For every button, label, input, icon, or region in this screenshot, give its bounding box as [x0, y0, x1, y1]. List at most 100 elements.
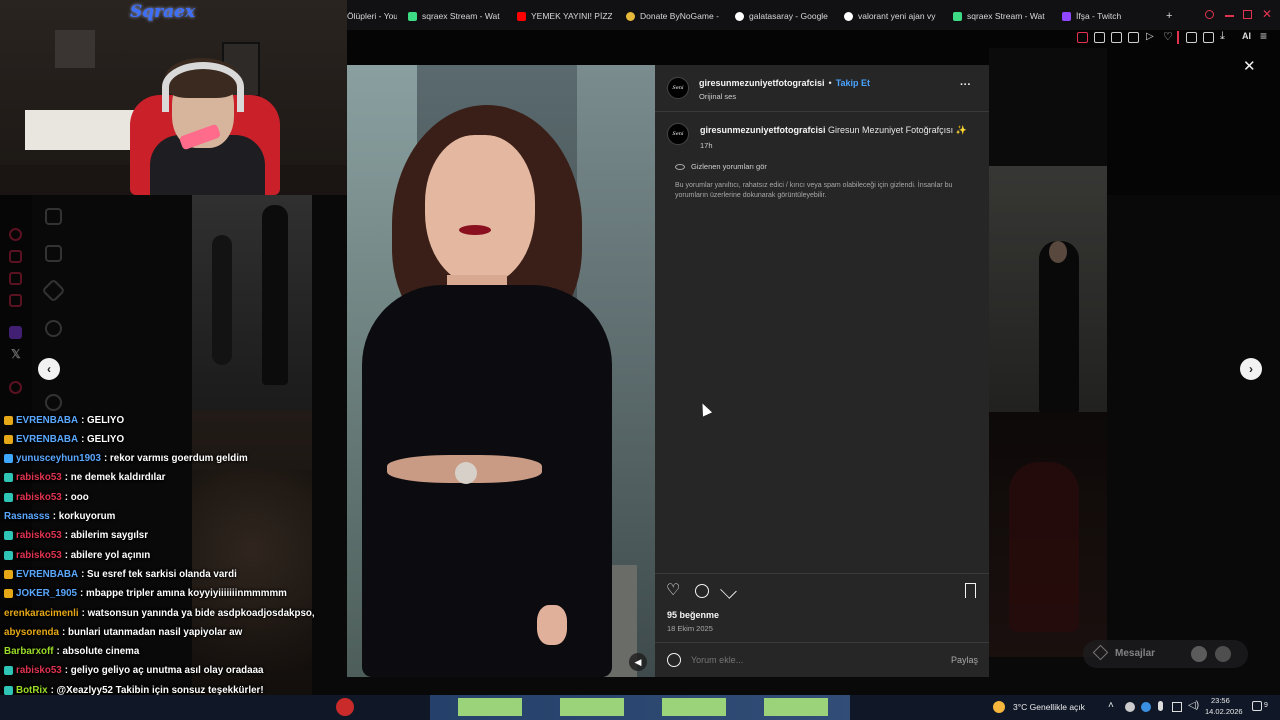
notification-icon[interactable] [1252, 701, 1262, 711]
share-icon[interactable] [720, 582, 737, 599]
chat-message: rabisko53: ooo [4, 489, 89, 505]
chat-message: rabisko53: abilerim saygılsr [4, 528, 148, 544]
close-modal-button[interactable]: ✕ [1243, 57, 1256, 75]
chat-username[interactable]: JOKER_1905 [16, 588, 77, 599]
tray-icon[interactable] [1125, 702, 1135, 712]
download-icon[interactable]: ⤓ [1220, 30, 1225, 43]
post-username[interactable]: giresunmezuniyetfotografcisi [699, 78, 825, 88]
taskbar-app-icon[interactable] [560, 698, 624, 716]
like-icon[interactable]: ♡ [666, 580, 680, 600]
chat-badge-icon [4, 454, 13, 464]
post-photo[interactable]: ◀ [347, 65, 655, 677]
wall-poster [55, 30, 95, 68]
divider [655, 573, 989, 574]
taskbar-app-icon[interactable] [764, 698, 828, 716]
previous-post-button[interactable]: ‹ [38, 358, 60, 380]
messages-bubble[interactable]: Mesajlar [1083, 640, 1248, 668]
new-tab-button[interactable]: + [1166, 8, 1176, 24]
tab-favicon [953, 11, 962, 21]
extensions-icon[interactable] [1186, 32, 1197, 43]
taskbar-app-icon[interactable] [662, 698, 726, 716]
browser-tab[interactable]: YEMEK YAYINI! PİZZ [517, 8, 612, 24]
hidden-comments-note: Bu yorumlar yanıltıcı, rahatsız edici / … [675, 182, 953, 199]
tray-icon[interactable] [1141, 702, 1151, 712]
pin-icon[interactable] [1077, 32, 1088, 43]
chat-message: rabisko53: abilere yol açının [4, 547, 150, 563]
audio-label[interactable]: Orijinal ses [699, 92, 736, 101]
weather-icon[interactable] [993, 701, 1005, 713]
share-comment-button[interactable]: Paylaş [951, 655, 978, 665]
chat-username[interactable]: Barbarxoff [4, 646, 54, 657]
chat-username[interactable]: abysorenda [4, 627, 59, 638]
maximize-icon[interactable] [1243, 10, 1252, 19]
volume-icon[interactable]: ◁) [1188, 700, 1199, 711]
chat-username[interactable]: rabisko53 [16, 530, 62, 541]
heart-icon[interactable]: ♡ [1163, 30, 1173, 43]
play-icon[interactable]: ▷ [1146, 31, 1154, 42]
taskbar-app-icon[interactable] [336, 698, 354, 716]
follow-button[interactable]: Takip Et [836, 78, 870, 88]
next-post-button[interactable]: › [1240, 358, 1262, 380]
browser-tab[interactable]: sqraex Stream - Wat [953, 8, 1048, 24]
chat-username[interactable]: erenkaracimenli [4, 608, 79, 619]
hidden-comments-toggle[interactable]: Gizlenen yorumları gör [675, 162, 767, 171]
chat-username[interactable]: Rasnasss [4, 511, 50, 522]
browser-tab[interactable]: Donate ByNoGame - [626, 8, 721, 24]
chat-username[interactable]: rabisko53 [16, 472, 62, 483]
avatar[interactable]: Seni [667, 123, 689, 145]
avatar[interactable]: Seni [667, 77, 689, 99]
headset [162, 62, 244, 112]
divider [655, 111, 989, 112]
weather-text[interactable]: 3°C Genellikle açık [1013, 702, 1085, 712]
browser-tab-active[interactable]: İfşa - Twitch [1062, 8, 1157, 24]
caption-username[interactable]: giresunmezuniyetfotografcisi [700, 125, 826, 135]
microphone-icon[interactable] [1158, 701, 1163, 711]
volume-icon[interactable]: ◀ [629, 653, 647, 671]
taskbar-app-icon[interactable] [458, 698, 522, 716]
search-icon[interactable] [1205, 10, 1214, 19]
chat-text: : watsonsun yanında ya bide asdpkoadjosd… [81, 607, 315, 619]
chat-username[interactable]: rabisko53 [16, 492, 62, 503]
tab-label: sqraex Stream - Wat [967, 11, 1045, 21]
chat-message: JOKER_1905: mbappe tripler amına koyyiyi… [4, 586, 287, 602]
chat-username[interactable]: rabisko53 [16, 550, 62, 561]
model-face [425, 135, 535, 285]
browser-tab[interactable]: Ölüpleri - You [347, 8, 397, 24]
sidebar-icon[interactable] [1094, 32, 1105, 43]
emoji-icon[interactable] [667, 653, 681, 667]
chat-username[interactable]: EVRENBABA [16, 415, 78, 426]
more-options-button[interactable]: ··· [960, 79, 971, 91]
windows-taskbar: 3°C Genellikle açık ˄ ◁) 23:56 14.02.202… [0, 695, 1280, 720]
minimize-icon[interactable] [1225, 15, 1234, 17]
chat-username[interactable]: EVRENBABA [16, 569, 78, 580]
chat-text: : korkuyorum [52, 511, 116, 522]
comment-icon[interactable] [695, 584, 709, 598]
browser-tab[interactable]: galatasaray - Google [735, 8, 830, 24]
shield-icon[interactable] [1111, 32, 1122, 43]
wallet-icon[interactable] [1203, 32, 1214, 43]
puzzle-icon[interactable] [1128, 32, 1139, 43]
network-icon[interactable] [1172, 702, 1182, 712]
clock-time[interactable]: 23:56 [1211, 696, 1230, 705]
tray-chevron-icon[interactable]: ˄ [1108, 700, 1114, 711]
likes-count[interactable]: 95 beğenme [667, 610, 719, 620]
post-header: giresunmezuniyetfotografcisi • Takip Et [699, 78, 870, 88]
chat-message: Rasnasss: korkuyorum [4, 509, 115, 525]
ai-button[interactable]: AI [1242, 31, 1251, 41]
chat-username[interactable]: rabisko53 [16, 665, 62, 676]
save-icon[interactable] [965, 583, 976, 598]
chat-text: : Su esref tek sarkisi olanda vardi [81, 568, 237, 580]
chat-username[interactable]: yunusceyhun1903 [16, 453, 101, 464]
chat-badge-icon [4, 569, 13, 579]
stream-logo: Sqraex [130, 2, 196, 22]
close-window-icon[interactable]: ✕ [1262, 7, 1272, 21]
comment-input[interactable] [691, 652, 941, 668]
browser-tab[interactable]: valorant yeni ajan vy [844, 8, 939, 24]
chat-text: : abilere yol açının [64, 549, 151, 561]
clock-date[interactable]: 14.02.2026 [1205, 707, 1243, 716]
menu-icon[interactable]: ≡ [1260, 29, 1267, 43]
chat-username[interactable]: EVRENBABA [16, 434, 78, 445]
avatar [1215, 646, 1231, 662]
google-icon [844, 11, 853, 21]
browser-tab[interactable]: sqraex Stream - Wat [408, 8, 503, 24]
